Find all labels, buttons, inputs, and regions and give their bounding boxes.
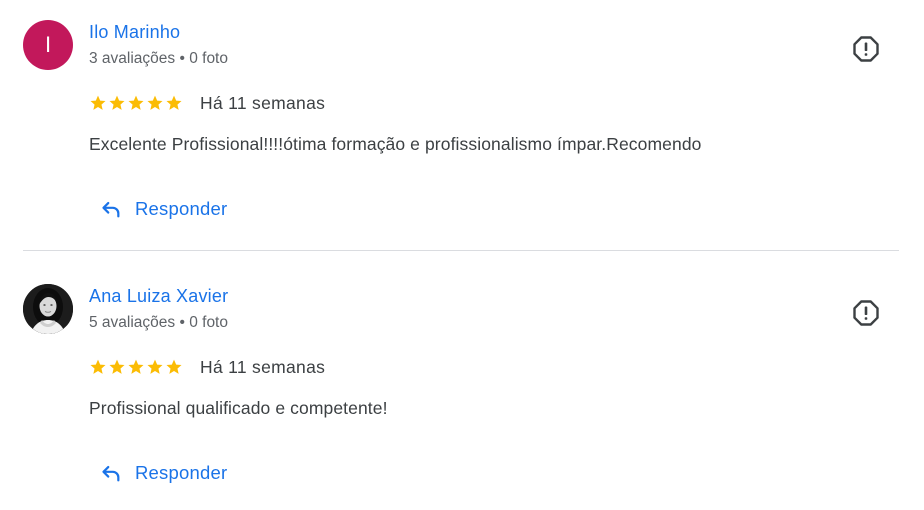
- author-meta: 5 avaliações • 0 foto: [89, 314, 228, 331]
- star-rating: [89, 94, 183, 112]
- avatar[interactable]: [23, 284, 73, 334]
- rating-row: Há 11 semanas: [89, 355, 325, 379]
- avatar-photo: [23, 284, 73, 334]
- divider: [23, 250, 899, 251]
- reply-button[interactable]: Responder: [100, 193, 227, 225]
- reply-button[interactable]: Responder: [100, 457, 227, 489]
- star-icon: [109, 95, 125, 110]
- star-icon: [128, 359, 144, 374]
- star-icon: [147, 359, 163, 374]
- author-name[interactable]: Ana Luiza Xavier: [89, 286, 228, 307]
- star-icon: [90, 95, 106, 110]
- report-icon[interactable]: [852, 35, 880, 63]
- star-rating: [89, 358, 183, 376]
- reply-icon: [102, 465, 120, 482]
- author-name[interactable]: Ilo Marinho: [89, 22, 180, 43]
- rating-row: Há 11 semanas: [89, 91, 325, 115]
- reply-label: Responder: [135, 462, 228, 483]
- report-icon[interactable]: [852, 299, 880, 327]
- avatar-letter: I: [44, 32, 52, 57]
- review-date: Há 11 semanas: [200, 356, 326, 377]
- review-card: Ana Luiza Xavier 5 avaliações • 0 foto H…: [0, 264, 924, 510]
- review-text: Profissional qualificado e competente!: [89, 398, 388, 418]
- star-icon: [166, 95, 182, 110]
- reply-icon: [102, 201, 120, 218]
- review-text: Excelente Profissional!!!!ótima formação…: [89, 134, 702, 154]
- review-date: Há 11 semanas: [200, 92, 326, 113]
- review-card: I Ilo Marinho 3 avaliações • 0 foto Há 1…: [0, 0, 924, 250]
- star-icon: [128, 95, 144, 110]
- author-meta: 3 avaliações • 0 foto: [89, 50, 228, 67]
- star-icon: [90, 359, 106, 374]
- star-icon: [166, 359, 182, 374]
- reply-label: Responder: [135, 198, 228, 219]
- star-icon: [147, 95, 163, 110]
- avatar[interactable]: I: [23, 20, 73, 70]
- star-icon: [109, 359, 125, 374]
